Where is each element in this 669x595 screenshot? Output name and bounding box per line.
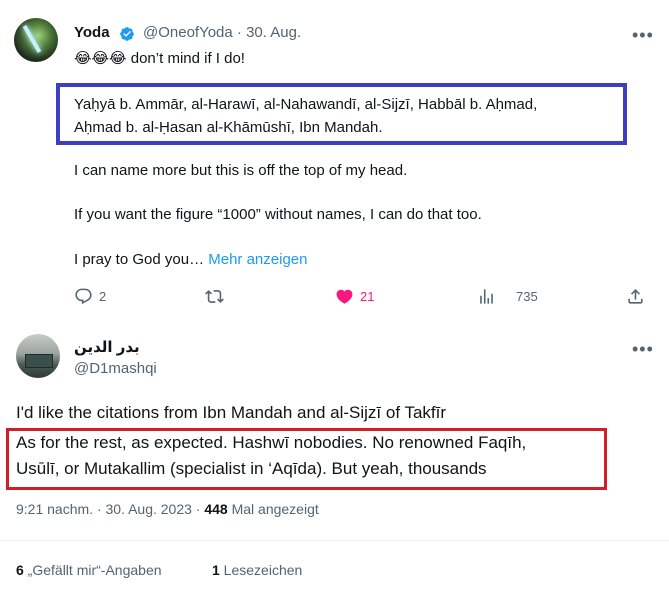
heart-icon [336, 289, 353, 304]
tweet-paragraph-3: If you want the figure “1000” without na… [74, 206, 482, 223]
likes-stat[interactable]: 6 „Gefällt mir“-Angaben [16, 562, 162, 578]
like-count: 21 [360, 289, 375, 304]
verified-icon [120, 27, 134, 41]
reply-count: 2 [99, 289, 107, 304]
divider [0, 540, 669, 541]
views-button[interactable]: 735 [477, 287, 538, 306]
tweet-paragraph-4: I pray to God you… Mehr anzeigen [74, 251, 308, 268]
author-name[interactable]: بدر الدين [74, 338, 140, 356]
share-icon [628, 289, 643, 304]
tweet-text-line2: As for the rest, as expected. Hashwī nob… [16, 433, 527, 452]
reply-icon [75, 288, 92, 305]
tweet-text-line1: 😂😂😂 don’t mind if I do! [74, 50, 245, 67]
retweet-icon [205, 290, 224, 303]
view-count: 735 [516, 289, 538, 304]
tweet-text-line1: I'd like the citations from Ibn Mandah a… [16, 403, 447, 422]
bookmarks-stat[interactable]: 1 Lesezeichen [212, 562, 302, 578]
tweet-paragraph-2: I can name more but this is off the top … [74, 162, 408, 179]
share-button[interactable] [626, 287, 645, 306]
tweet-timestamp[interactable]: 9:21 nachm. · 30. Aug. 2023 · 448 Mal an… [16, 501, 319, 517]
author-handle[interactable]: @D1mashqi [74, 360, 157, 377]
tweet-text-line3: Usūlī, or Mutakallim (specialist in ‘Aqī… [16, 459, 487, 478]
reply-button[interactable]: 2 [74, 287, 106, 306]
more-icon[interactable]: ••• [632, 340, 654, 358]
like-button[interactable]: 21 [335, 287, 374, 306]
quote-line1: Yaḥyā b. Ammār, al-Harawī, al-Nahawandī,… [74, 96, 538, 113]
author-handle[interactable]: @OneofYoda · 30. Aug. [143, 24, 301, 41]
more-icon[interactable]: ••• [632, 26, 654, 44]
views-icon [480, 289, 493, 304]
tweet-date[interactable]: 30. Aug. [246, 24, 301, 41]
avatar-yoda[interactable] [14, 18, 58, 62]
show-more-link[interactable]: Mehr anzeigen [208, 251, 307, 268]
avatar-badr[interactable] [16, 334, 60, 378]
quote-line2: Aḥmad b. al-Ḥasan al-Khāmūshī, Ibn Manda… [74, 119, 383, 136]
retweet-button[interactable] [205, 287, 224, 306]
author-name[interactable]: Yoda [74, 24, 110, 41]
